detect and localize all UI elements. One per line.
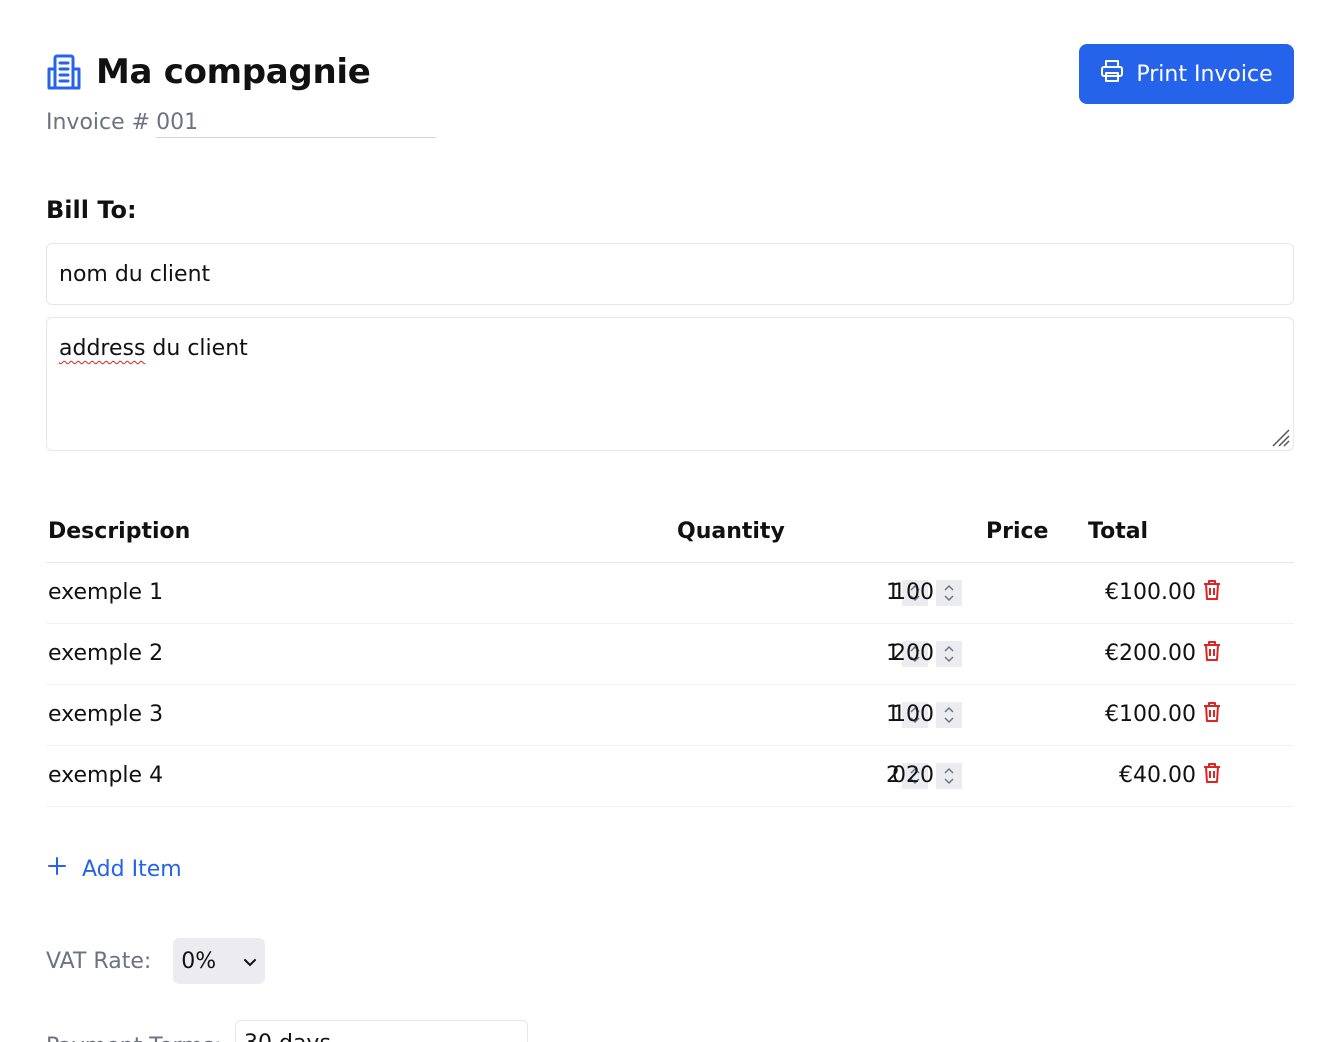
company-name: Ma compagnie <box>96 52 371 92</box>
item-price-cell: 020 <box>892 745 1056 807</box>
trash-icon[interactable] <box>1202 640 1222 668</box>
resize-handle-icon[interactable] <box>1268 425 1290 447</box>
item-total: €100.00 <box>1105 702 1196 727</box>
price-stepper-icon[interactable] <box>936 701 962 728</box>
column-header-quantity: Quantity <box>628 502 928 563</box>
plus-icon <box>46 855 68 883</box>
spellcheck-word: address <box>59 336 146 361</box>
table-header-row: Description Quantity Price Total <box>46 502 1294 563</box>
line-items-table: Description Quantity Price Total exemple… <box>46 502 1294 807</box>
trash-icon[interactable] <box>1202 701 1222 729</box>
table-row: exemple 3 1 100 €100.00 <box>46 684 1294 746</box>
bill-to-heading: Bill To: <box>46 196 137 224</box>
print-invoice-button[interactable]: Print Invoice <box>1079 44 1294 104</box>
column-header-price: Price <box>928 502 1056 563</box>
payment-terms-label: Payment Terms: <box>46 1034 235 1042</box>
column-header-total: Total <box>1056 502 1294 563</box>
item-description[interactable]: exemple 3 <box>46 684 628 746</box>
add-item-button[interactable]: Add Item <box>46 855 182 883</box>
item-description[interactable]: exemple 4 <box>46 745 628 807</box>
payment-terms-input[interactable] <box>235 1020 528 1042</box>
invoice-header: Ma compagnie Invoice # Print Invoice <box>46 44 1294 144</box>
item-total: €100.00 <box>1105 580 1196 605</box>
item-total: €40.00 <box>1119 763 1196 788</box>
item-price-input[interactable]: 020 <box>892 763 934 788</box>
vat-rate-select[interactable]: 0% <box>173 938 266 984</box>
item-price-input[interactable]: 100 <box>892 702 934 727</box>
invoice-number-row: Invoice # <box>46 110 437 138</box>
client-name-input[interactable] <box>46 243 1294 305</box>
item-quantity-cell: 1 <box>628 623 928 685</box>
price-stepper-icon[interactable] <box>936 640 962 667</box>
column-header-description: Description <box>46 502 628 563</box>
chevron-down-icon <box>243 949 257 974</box>
table-row: exemple 2 1 200 €200.00 <box>46 623 1294 685</box>
item-total-cell: €40.00 <box>1056 745 1294 807</box>
table-row: exemple 1 1 100 €100.00 <box>46 562 1294 624</box>
invoice-number-input[interactable] <box>156 110 437 138</box>
building-icon <box>46 54 82 90</box>
client-address-textarea[interactable]: address du client <box>46 317 1294 451</box>
printer-icon <box>1100 59 1124 89</box>
print-invoice-label: Print Invoice <box>1136 61 1273 87</box>
vat-rate-value: 0% <box>181 948 217 974</box>
price-stepper-icon[interactable] <box>936 579 962 606</box>
item-price-cell: 100 <box>892 684 1056 746</box>
item-quantity-cell: 1 <box>628 684 928 746</box>
table-row: exemple 4 2 020 €40.00 <box>46 745 1294 807</box>
item-price-input[interactable]: 200 <box>892 641 934 666</box>
item-total-cell: €100.00 <box>1056 562 1294 624</box>
vat-rate-label: VAT Rate: <box>46 948 152 974</box>
trash-icon[interactable] <box>1202 762 1222 790</box>
item-quantity-cell: 2 <box>628 745 928 807</box>
item-description[interactable]: exemple 1 <box>46 562 628 624</box>
add-item-label: Add Item <box>82 856 182 882</box>
trash-icon[interactable] <box>1202 579 1222 607</box>
price-stepper-icon[interactable] <box>936 762 962 789</box>
vat-row: VAT Rate: 0% <box>46 938 266 984</box>
item-price-cell: 100 <box>892 562 1056 624</box>
item-price-input[interactable]: 100 <box>892 580 934 605</box>
item-description[interactable]: exemple 2 <box>46 623 628 685</box>
invoice-number-label: Invoice # <box>46 110 151 135</box>
item-total-cell: €100.00 <box>1056 684 1294 746</box>
item-total: €200.00 <box>1105 641 1196 666</box>
item-quantity-cell: 1 <box>628 562 928 624</box>
client-address-rest: du client <box>145 336 248 361</box>
item-total-cell: €200.00 <box>1056 623 1294 685</box>
item-price-cell: 200 <box>892 623 1056 685</box>
payment-terms-row: Payment Terms: <box>46 1020 528 1042</box>
